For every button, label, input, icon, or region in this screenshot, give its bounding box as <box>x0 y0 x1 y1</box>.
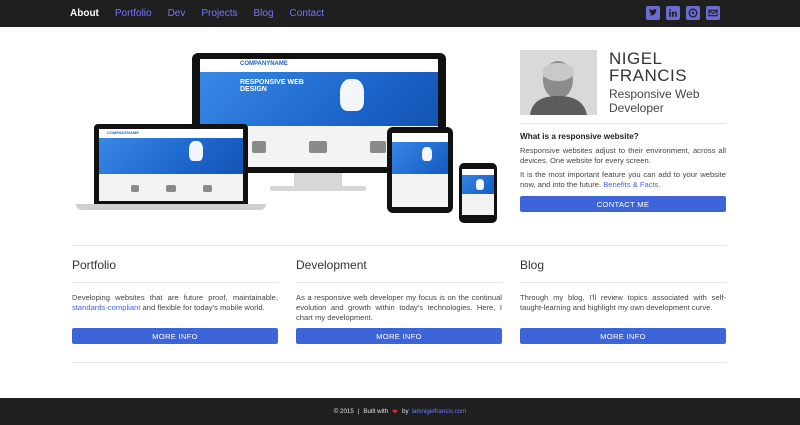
question-heading: What is a responsive website? <box>520 132 639 141</box>
blog-more-info-button[interactable]: MORE INFO <box>520 328 726 344</box>
laptop-mockup-brand: COMPANYNAME <box>107 130 139 135</box>
profile-name-last: FRANCIS <box>609 66 688 85</box>
nav-dev[interactable]: Dev <box>168 8 186 19</box>
column-text: Developing websites that are future proo… <box>72 293 278 313</box>
nav-projects[interactable]: Projects <box>201 8 237 19</box>
mockup-headline: RESPONSIVE WEB DESIGN <box>240 79 304 94</box>
blog-column: Blog Through my blog, I'll review topics… <box>520 258 726 344</box>
tablet <box>387 127 453 213</box>
github-icon[interactable] <box>686 6 700 20</box>
heart-icon: ❤ <box>392 408 399 416</box>
contact-me-button[interactable]: CONTACT ME <box>520 196 726 212</box>
divider <box>72 282 278 283</box>
twitter-icon[interactable] <box>646 6 660 20</box>
linkedin-icon[interactable] <box>666 6 680 20</box>
email-icon[interactable] <box>706 6 720 20</box>
standards-compliant-link[interactable]: standards-compliant <box>72 303 140 312</box>
benefits-facts-link[interactable]: Benefits & Facts. <box>603 180 660 189</box>
monitor-base <box>270 186 366 191</box>
divider <box>520 123 726 124</box>
footer: © 2015 | Built with ❤ by iamnigelfrancis… <box>0 398 800 425</box>
site-link[interactable]: iamnigelfrancis.com <box>412 408 467 415</box>
top-navbar: About Portfolio Dev Projects Blog Contac… <box>0 0 800 27</box>
intro-paragraph-1: Responsive websites adjust to their envi… <box>520 146 726 165</box>
responsive-devices-illustration: COMPANYNAME RESPONSIVE WEB DESIGN COMPAN… <box>74 50 504 225</box>
column-text-part: Developing websites that are future proo… <box>72 293 278 302</box>
column-title: Blog <box>520 258 545 272</box>
section-divider <box>72 245 726 246</box>
portfolio-column: Portfolio Developing websites that are f… <box>72 258 278 344</box>
nav-portfolio[interactable]: Portfolio <box>115 8 152 19</box>
portfolio-more-info-button[interactable]: MORE INFO <box>72 328 278 344</box>
laptop-base <box>76 204 266 210</box>
column-text: As a responsive web developer my focus i… <box>296 293 502 322</box>
built-with-text: Built with <box>363 408 389 415</box>
section-divider <box>72 362 726 363</box>
profile-name-first: NIGEL <box>609 49 663 68</box>
monitor-stand <box>294 173 342 187</box>
nav-contact[interactable]: Contact <box>290 8 324 19</box>
by-text: by <box>402 408 409 415</box>
phone-screen <box>462 169 494 215</box>
divider <box>296 282 502 283</box>
phone <box>459 163 497 223</box>
column-title: Portfolio <box>72 258 117 272</box>
divider <box>520 282 726 283</box>
laptop-screen: COMPANYNAME <box>99 129 243 201</box>
nav-about[interactable]: About <box>70 8 99 19</box>
development-more-info-button[interactable]: MORE INFO <box>296 328 502 344</box>
separator: | <box>357 408 360 415</box>
column-text: Through my blog, I'll review topics asso… <box>520 293 726 312</box>
laptop: COMPANYNAME <box>94 124 248 204</box>
profile-role: Responsive Web Developer <box>609 87 700 115</box>
development-column: Development As a responsive web develope… <box>296 258 502 344</box>
mockup-brand: COMPANYNAME <box>240 61 288 67</box>
nav-links: About Portfolio Dev Projects Blog Contac… <box>70 0 340 27</box>
avatar <box>520 50 597 115</box>
copyright-text: © 2015 <box>333 408 354 415</box>
nav-blog[interactable]: Blog <box>254 8 274 19</box>
social-links <box>646 6 720 20</box>
profile-name: NIGEL FRANCIS <box>609 50 729 84</box>
column-title: Development <box>296 258 367 272</box>
column-text-part: and flexible for today's mobile world. <box>142 303 265 312</box>
intro-paragraph-2: It is the most important feature you can… <box>520 170 726 190</box>
tablet-screen <box>392 133 448 207</box>
